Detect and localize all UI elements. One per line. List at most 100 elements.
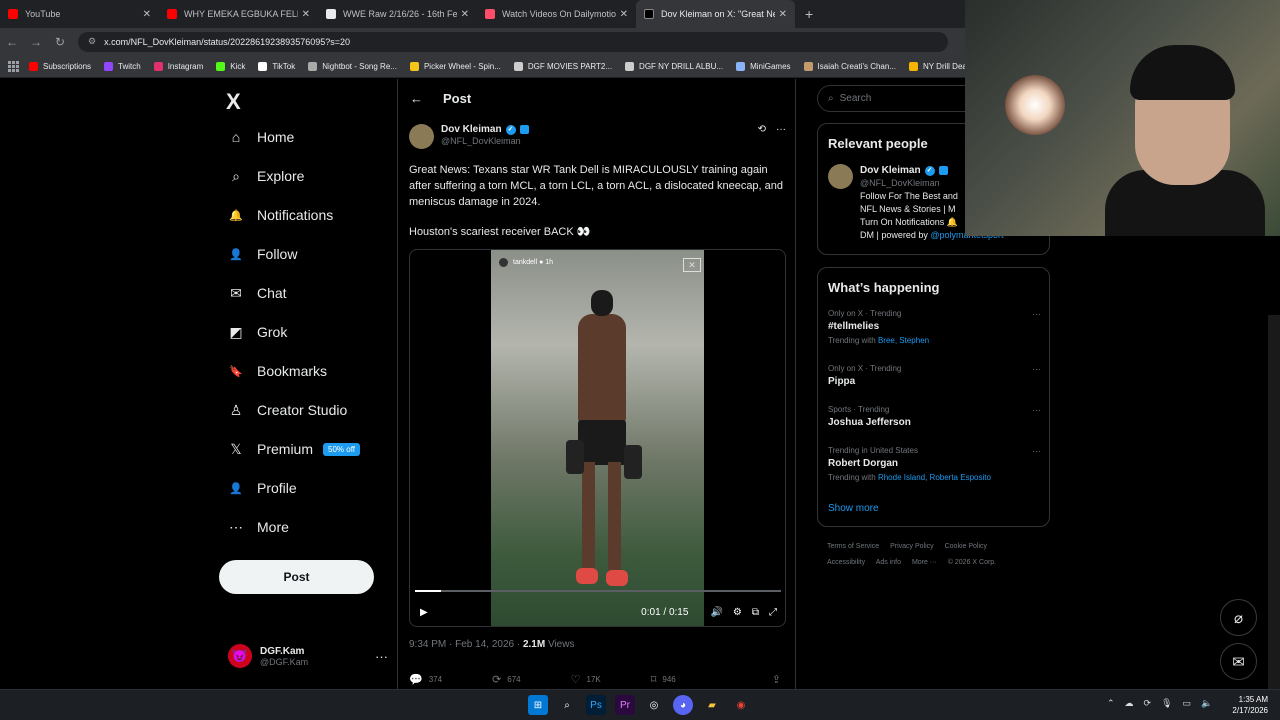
bookmark-tiktok[interactable]: TikTok	[258, 61, 295, 71]
footer-link[interactable]: Accessibility	[827, 559, 865, 566]
sync-icon[interactable]: ⟳	[1144, 698, 1152, 709]
trend-item[interactable]: Only on X · Trending #tellmelies Trendin…	[828, 309, 1041, 345]
reload-icon[interactable]: ↻	[48, 35, 72, 49]
nav-explore[interactable]: ⌕ Explore	[228, 168, 304, 185]
browser-tab-x-post[interactable]: Dov Kleiman on X: "Great News✕	[636, 0, 795, 28]
nav-home[interactable]: ⌂ Home	[228, 129, 295, 145]
bookmark-twitch[interactable]: Twitch	[104, 61, 141, 71]
microphone-icon[interactable]: 🎙	[1161, 698, 1172, 709]
close-tab-icon[interactable]: ✕	[302, 9, 310, 20]
repost-icon: ⟳	[492, 674, 502, 686]
avatar[interactable]	[409, 124, 434, 149]
file-explorer-icon[interactable]: ▰	[702, 695, 722, 715]
nav-notifications[interactable]: 🔔 Notifications	[228, 207, 333, 223]
grok-floating-button[interactable]: ⌀	[1220, 599, 1257, 636]
nav-bookmarks[interactable]: 🔖 Bookmarks	[228, 363, 327, 379]
browser-tab-wwe[interactable]: WWE Raw 2/16/26 - 16th Febr ✕	[318, 0, 477, 28]
browser-tab-emeka[interactable]: WHY EMEKA EGBUKA FELL OFF✕	[159, 0, 318, 28]
bookmark-isaiah[interactable]: Isaiah Creati's Chan...	[803, 61, 896, 71]
more-icon[interactable]: ···	[776, 124, 786, 149]
bookmark-minigames[interactable]: MiniGames	[736, 61, 791, 71]
avatar[interactable]	[828, 164, 853, 189]
footer-link[interactable]: More ···	[912, 559, 937, 566]
more-icon[interactable]: ···	[1032, 405, 1041, 415]
repost-button[interactable]: ⟳ 674	[492, 673, 521, 686]
footer-link[interactable]: Privacy Policy	[890, 543, 934, 550]
discord-icon[interactable]: ◕	[673, 695, 693, 715]
video-player[interactable]: tankdell ● 1h ✕ ▶ 0:01 / 0:15 🔊 ⚙ ⧉ ⤢	[409, 249, 786, 627]
back-arrow-icon[interactable]: ←	[0, 35, 24, 49]
like-button[interactable]: ♡ 17K	[571, 673, 601, 686]
trend-item[interactable]: Sports · Trending Joshua Jefferson ···	[828, 405, 1041, 428]
footer-link[interactable]: Terms of Service	[827, 543, 879, 550]
network-icon[interactable]: ▭	[1183, 698, 1192, 709]
author-handle[interactable]: @NFL_DovKleiman	[441, 136, 529, 146]
browser-tab-dailymotion[interactable]: Watch Videos On Dailymotion ✕	[477, 0, 636, 28]
show-more-link[interactable]: Show more	[828, 503, 879, 514]
video-progress-bar[interactable]	[415, 590, 781, 592]
speaker-icon[interactable]: 🔈	[1201, 698, 1212, 709]
bookmark-button[interactable]: ⌑ 946	[651, 673, 676, 686]
bookmark-nightbot[interactable]: Nightbot - Song Re...	[308, 61, 397, 71]
nav-premium[interactable]: 𝕏 Premium 50% off	[228, 441, 360, 457]
more-icon[interactable]: ···	[1032, 446, 1041, 456]
more-icon[interactable]: ···	[1032, 309, 1041, 319]
bookmark-subscriptions[interactable]: Subscriptions	[29, 61, 91, 71]
chevron-up-icon[interactable]: ⌃	[1107, 698, 1115, 709]
page-scrollbar[interactable]	[1268, 315, 1280, 689]
account-switcher[interactable]: 😈 DGF.Kam @DGF.Kam ···	[228, 644, 388, 668]
apps-grid-icon[interactable]	[8, 60, 19, 72]
author-name[interactable]: Dov Kleiman	[441, 124, 502, 135]
premiere-icon[interactable]: Pr	[615, 695, 635, 715]
reply-button[interactable]: 💬 374	[409, 673, 442, 686]
x-logo-icon[interactable]: X	[226, 89, 241, 115]
obs-icon[interactable]: ◎	[644, 695, 664, 715]
post-meta: 9:34 PM · Feb 14, 2026 · 2.1M Views	[409, 639, 574, 650]
nav-follow[interactable]: 👤 Follow	[228, 246, 297, 262]
bookmark-instagram[interactable]: Instagram	[153, 61, 203, 71]
more-icon[interactable]: ···	[1032, 364, 1041, 374]
post-button[interactable]: Post	[219, 560, 374, 594]
new-tab-icon[interactable]: +	[805, 6, 813, 22]
close-tab-icon[interactable]: ✕	[779, 9, 787, 20]
nav-more[interactable]: ⋯ More	[228, 519, 289, 536]
close-tab-icon[interactable]: ✕	[461, 9, 469, 20]
play-icon[interactable]: ▶	[420, 607, 428, 618]
nav-profile[interactable]: 👤 Profile	[228, 480, 297, 496]
nav-chat[interactable]: ✉ Chat	[228, 285, 286, 302]
back-arrow-icon[interactable]: ←	[410, 91, 423, 106]
browser-tab-youtube[interactable]: YouTube ✕	[0, 0, 159, 28]
post-timestamp[interactable]: 9:34 PM · Feb 14, 2026 ·	[409, 639, 523, 650]
close-tab-icon[interactable]: ✕	[143, 9, 151, 20]
grok-explain-icon[interactable]: ⟲	[758, 124, 766, 149]
photoshop-icon[interactable]: Ps	[586, 695, 606, 715]
forward-arrow-icon[interactable]: →	[24, 35, 48, 49]
bookmark-dgf-ny-drill[interactable]: DGF NY DRILL ALBU...	[625, 61, 723, 71]
close-tab-icon[interactable]: ✕	[620, 9, 628, 20]
fullscreen-icon[interactable]: ⤢	[769, 607, 777, 618]
bookmark-picker-wheel[interactable]: Picker Wheel - Spin...	[409, 61, 501, 71]
trend-item[interactable]: Trending in United States Robert Dorgan …	[828, 446, 1041, 482]
footer-link[interactable]: Cookie Policy	[945, 543, 987, 550]
bookmark-dgf-movies[interactable]: DGF MOVIES PART2...	[513, 61, 612, 71]
picture-in-picture-icon[interactable]: ⧉	[752, 607, 759, 618]
footer-link[interactable]: Ads info	[876, 559, 901, 566]
taskbar-clock[interactable]: 1:35 AM 2/17/2026	[1224, 694, 1268, 716]
share-button[interactable]: ⇪	[772, 673, 787, 686]
cloud-icon[interactable]: ☁	[1125, 698, 1134, 709]
views-label: Views	[545, 639, 575, 650]
nav-creator-studio[interactable]: ♙ Creator Studio	[228, 402, 348, 419]
windows-start-icon[interactable]: ⊞	[528, 695, 548, 715]
more-icon[interactable]: ···	[375, 649, 388, 664]
bookmark-kick[interactable]: Kick	[216, 61, 245, 71]
trend-item[interactable]: Only on X · Trending Pippa ···	[828, 364, 1041, 387]
messages-floating-button[interactable]: ✉	[1220, 643, 1257, 680]
video-frame[interactable]: tankdell ● 1h ✕	[491, 250, 704, 626]
url-omnibox[interactable]: ⚙ x.com/NFL_DovKleiman/status/2022861923…	[78, 31, 948, 52]
search-icon[interactable]: ⌕	[557, 695, 577, 715]
settings-gear-icon[interactable]: ⚙	[733, 607, 742, 618]
volume-icon[interactable]: 🔊	[710, 607, 722, 618]
site-info-icon[interactable]: ⚙	[88, 36, 96, 47]
nav-grok[interactable]: ◩ Grok	[228, 324, 287, 341]
chrome-icon[interactable]: ◉	[731, 695, 751, 715]
